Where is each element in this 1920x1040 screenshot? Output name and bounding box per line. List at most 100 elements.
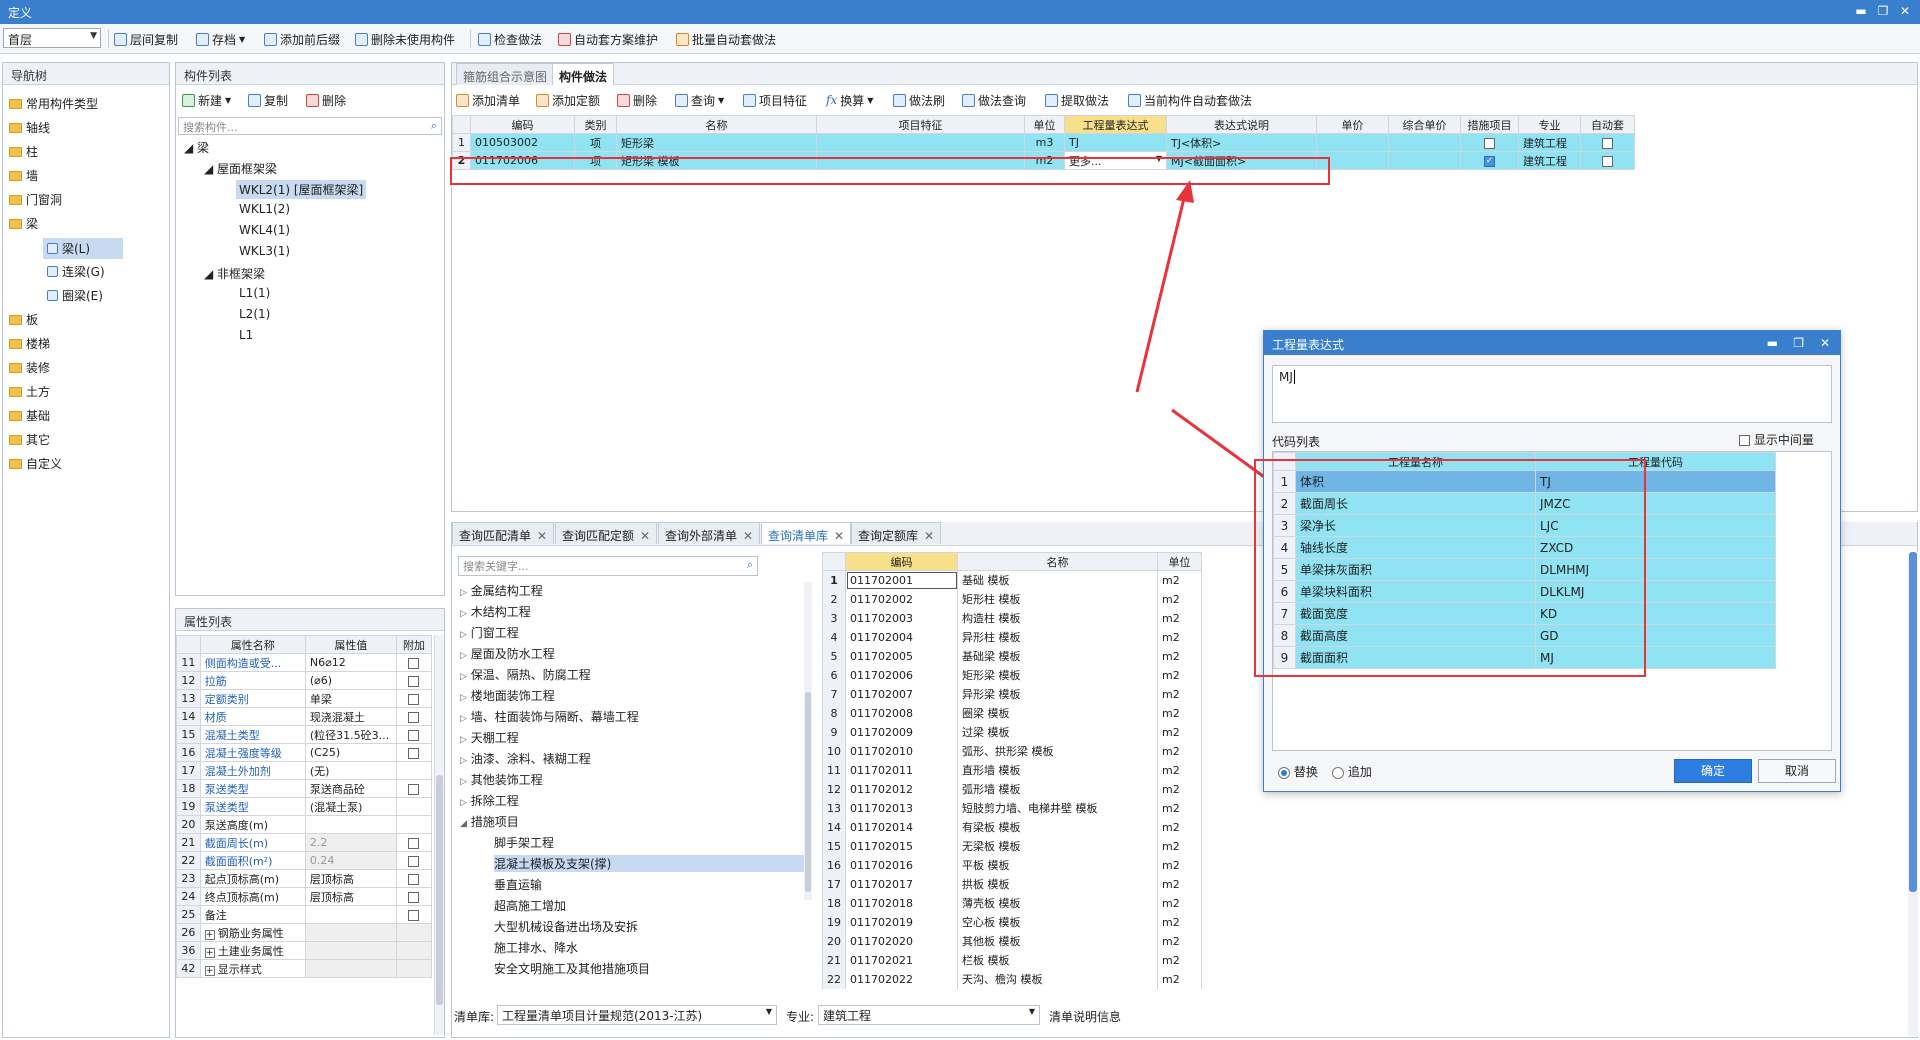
- auto-apply-current-button[interactable]: 当前构件自动套做法: [1128, 91, 1252, 109]
- extra-checkbox[interactable]: [408, 711, 420, 723]
- property-extra[interactable]: [395, 869, 433, 888]
- bill-unit[interactable]: m2: [1157, 931, 1202, 951]
- auto-scheme-button[interactable]: 自动套方案维护: [558, 30, 658, 48]
- bill-code[interactable]: 011702017: [845, 874, 958, 894]
- expand-icon[interactable]: ▷: [460, 735, 467, 745]
- bill-row[interactable]: 11 011702011 直形墙 模板 m2: [822, 760, 1202, 780]
- bill-row[interactable]: 19 011702019 空心板 模板 m2: [822, 912, 1202, 932]
- auto-checkbox[interactable]: [1602, 155, 1613, 167]
- property-value[interactable]: (⌀6): [304, 671, 397, 690]
- method-brush-button[interactable]: 做法刷: [893, 91, 945, 109]
- expand-icon[interactable]: ▷: [460, 630, 467, 640]
- bill-category-item[interactable]: ▷ 屋面及防水工程: [460, 645, 555, 662]
- bill-row[interactable]: 21 011702021 栏板 模板 m2: [822, 950, 1202, 970]
- bill-category-item[interactable]: ▷ 拆除工程: [460, 792, 519, 809]
- property-row[interactable]: 12 拉筋 (⌀6): [176, 671, 433, 690]
- property-value[interactable]: 现浇混凝土: [304, 707, 397, 726]
- bill-row[interactable]: 3 011702003 构造柱 模板 m2: [822, 608, 1202, 628]
- bill-name[interactable]: 弧形、拱形梁 模板: [957, 741, 1158, 761]
- property-row[interactable]: 36 + 土建业务属性: [176, 941, 433, 960]
- bill-code[interactable]: 011702022: [845, 969, 958, 989]
- method-delete-button[interactable]: 删除: [617, 91, 657, 109]
- bill-unit[interactable]: m2: [1157, 741, 1202, 761]
- tree-item-wkl2[interactable]: WKL2(1) [屋面框架梁]: [236, 180, 367, 199]
- expand-icon[interactable]: ▷: [460, 714, 467, 724]
- bill-code[interactable]: 011702012: [845, 779, 958, 799]
- bill-row[interactable]: 4 011702004 异形柱 模板 m2: [822, 627, 1202, 647]
- right-scrollbar[interactable]: [1908, 552, 1918, 1036]
- bill-subcategory-item[interactable]: 脚手架工程: [494, 834, 554, 851]
- bill-unit[interactable]: m2: [1157, 684, 1202, 704]
- property-row[interactable]: 23 起点顶标高(m) 层顶标高: [176, 869, 433, 888]
- bill-code[interactable]: 011702020: [845, 931, 958, 951]
- property-extra[interactable]: [395, 887, 433, 906]
- property-value[interactable]: 0.24: [304, 851, 397, 870]
- property-extra[interactable]: [395, 905, 433, 924]
- batch-auto-button[interactable]: 批量自动套做法: [676, 30, 776, 48]
- bill-name[interactable]: 短肢剪力墙、电梯井壁 模板: [957, 798, 1158, 818]
- bill-unit[interactable]: m2: [1157, 608, 1202, 628]
- tree-item-wkl1[interactable]: WKL1(2): [239, 202, 290, 216]
- add-bill-button[interactable]: 添加清单: [456, 91, 520, 109]
- property-extra[interactable]: [395, 959, 433, 978]
- property-value[interactable]: 泵送商品砼: [304, 779, 397, 798]
- property-value[interactable]: [304, 905, 397, 924]
- bill-row[interactable]: 10 011702010 弧形、拱形梁 模板 m2: [822, 741, 1202, 761]
- bill-subcategory-item[interactable]: 混凝土模板及支架(撑): [494, 855, 806, 872]
- nav-item-wall[interactable]: 墙: [9, 167, 38, 184]
- cell-name[interactable]: 矩形梁: [616, 133, 817, 152]
- property-extra[interactable]: [395, 725, 433, 744]
- bill-row[interactable]: 15 011702015 无梁板 模板 m2: [822, 836, 1202, 856]
- bill-category-item[interactable]: ▷ 楼地面装饰工程: [460, 687, 555, 704]
- property-value[interactable]: 层顶标高: [304, 887, 397, 906]
- nav-item-column[interactable]: 柱: [9, 143, 38, 160]
- nav-item-slab[interactable]: 板: [9, 311, 38, 328]
- expand-icon[interactable]: ▷: [460, 756, 467, 766]
- property-value[interactable]: 单梁: [304, 689, 397, 708]
- extra-checkbox[interactable]: [408, 783, 420, 795]
- bill-unit[interactable]: m2: [1157, 760, 1202, 780]
- property-value[interactable]: [304, 941, 397, 960]
- close-icon[interactable]: ✕: [743, 529, 753, 543]
- bill-info-link[interactable]: 清单说明信息: [1049, 1008, 1121, 1025]
- property-row[interactable]: 25 备注: [176, 905, 433, 924]
- scrollbar-thumb[interactable]: [805, 692, 811, 892]
- expand-icon[interactable]: ▷: [460, 693, 467, 703]
- bill-code[interactable]: 011702002: [845, 589, 958, 609]
- bill-subcategory-item[interactable]: 施工排水、降水: [494, 939, 578, 956]
- close-icon[interactable]: ✕: [1896, 4, 1914, 18]
- property-row[interactable]: 22 截面面积(m²) 0.24: [176, 851, 433, 870]
- cell-total-price[interactable]: [1388, 133, 1461, 152]
- cell-price[interactable]: [1316, 133, 1389, 152]
- property-row[interactable]: 13 定额类别 单梁: [176, 689, 433, 708]
- expand-icon[interactable]: ▷: [460, 588, 467, 598]
- bill-code[interactable]: 011702003: [845, 608, 958, 628]
- property-row[interactable]: 15 混凝土类型 (粒径31.5砼3...: [176, 725, 433, 744]
- check-method-button[interactable]: 检查做法: [478, 30, 542, 48]
- property-row[interactable]: 14 材质 现浇混凝土: [176, 707, 433, 726]
- bill-row[interactable]: 13 011702013 短肢剪力墙、电梯井壁 模板 m2: [822, 798, 1202, 818]
- property-value[interactable]: (粒径31.5砼3...: [304, 725, 397, 744]
- convert-button[interactable]: fx 换算 ▼: [826, 91, 873, 109]
- property-value[interactable]: 层顶标高: [304, 869, 397, 888]
- bill-subcategory-item[interactable]: 安全文明施工及其他措施项目: [494, 960, 650, 977]
- bill-code[interactable]: 011702018: [845, 893, 958, 913]
- expand-icon[interactable]: ▷: [460, 798, 467, 808]
- cell-category[interactable]: 项: [574, 133, 617, 152]
- bill-unit[interactable]: m2: [1157, 646, 1202, 666]
- minimize-icon[interactable]: ▬: [1852, 4, 1870, 18]
- cell-major[interactable]: 建筑工程: [1518, 133, 1581, 152]
- nav-item-custom[interactable]: 自定义: [9, 455, 62, 472]
- bill-row[interactable]: 16 011702016 平板 模板 m2: [822, 855, 1202, 875]
- cell-auto[interactable]: [1580, 151, 1635, 170]
- property-value[interactable]: N6⌀12: [304, 653, 397, 672]
- bill-category-item[interactable]: ▷ 其他装饰工程: [460, 771, 543, 788]
- bill-library-select[interactable]: 工程量清单项目计量规范(2013-江苏) ▼: [497, 1005, 777, 1025]
- property-extra[interactable]: [395, 815, 433, 834]
- replace-option[interactable]: 替换: [1278, 763, 1318, 780]
- bill-name[interactable]: 基础 模板: [957, 570, 1158, 590]
- close-icon[interactable]: ✕: [1820, 336, 1830, 350]
- close-icon[interactable]: ✕: [924, 529, 934, 543]
- bill-unit[interactable]: m2: [1157, 570, 1202, 590]
- tab-match-bill[interactable]: 查询匹配清单 ✕: [452, 522, 555, 544]
